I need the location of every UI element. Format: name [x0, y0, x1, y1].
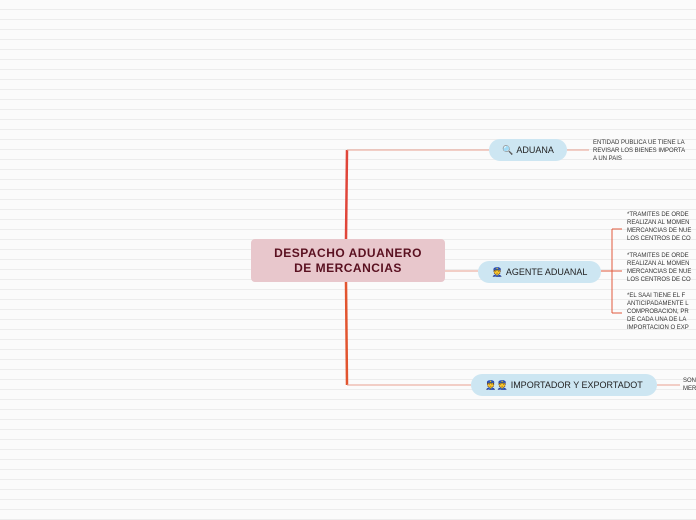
officer-icon: 👮	[491, 266, 503, 277]
root-title-line2: DE MERCANCIAS	[294, 260, 402, 275]
node-importador-label: IMPORTADOR Y EXPORTADOT	[510, 380, 643, 390]
node-aduana[interactable]: 🔍 ADUANA	[489, 139, 567, 161]
desc-agente-3: *EL SAAI TIENE EL F ANTICIPADAMENTE L CO…	[627, 293, 689, 331]
root-title-line1: DESPACHO ADUANERO	[274, 245, 422, 260]
connector-trunk-upper	[344, 149, 349, 240]
node-importador-exportador[interactable]: 👮👮 IMPORTADOR Y EXPORTADOT	[471, 374, 657, 396]
desc-aduana: ENTIDAD PUBLICA UE TIENE LA REVISAR LOS …	[593, 140, 686, 162]
root-node[interactable]: DESPACHO ADUANERO DE MERCANCIAS	[251, 239, 445, 282]
desc-agente-2: *TRAMITES DE ORDE REALIZAN AL MOMEN MERC…	[627, 253, 692, 283]
desc-agente-1: *TRAMITES DE ORDE REALIZAN AL MOMEN MERC…	[627, 212, 692, 242]
magnifier-icon: 🔍	[502, 144, 514, 155]
node-agente-label: AGENTE ADUANAL	[505, 267, 588, 277]
desc-importador: SON MER	[683, 378, 696, 392]
connector-agente-bracket	[601, 228, 622, 314]
node-aduana-label: ADUANA	[516, 145, 554, 155]
officers-icon: 👮👮	[485, 379, 508, 390]
node-agente-aduanal[interactable]: 👮 AGENTE ADUANAL	[478, 261, 601, 283]
connector-trunk-lower	[344, 281, 349, 386]
